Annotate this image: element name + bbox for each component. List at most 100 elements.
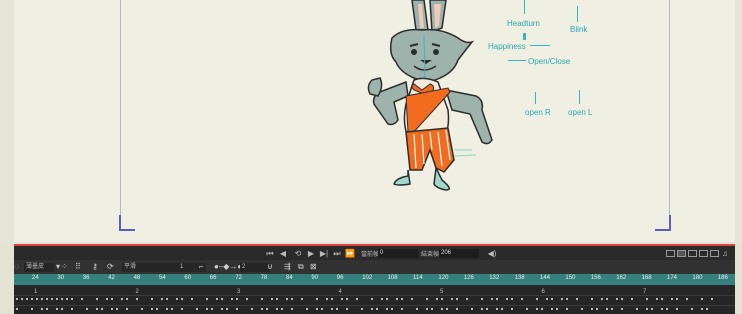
keyframe[interactable] [231, 298, 233, 300]
keyframe[interactable] [686, 298, 688, 300]
easing-icon[interactable]: ⌐ [199, 262, 204, 271]
keyframe[interactable] [116, 308, 118, 310]
keyframe[interactable] [171, 308, 173, 310]
keyframe[interactable] [151, 298, 153, 300]
keyframe[interactable] [96, 308, 98, 310]
keyframe[interactable] [41, 298, 43, 300]
keyframe[interactable] [31, 298, 33, 300]
keyframe-grid-icon[interactable]: ⁘ [61, 262, 68, 271]
keyframe[interactable] [676, 298, 678, 300]
keyframe[interactable] [181, 298, 183, 300]
keyframe[interactable] [401, 308, 403, 310]
keyframe[interactable] [31, 308, 33, 310]
keyframe[interactable] [621, 308, 623, 310]
happiness-control[interactable] [530, 45, 550, 46]
play-last-icon[interactable]: ⏩ [345, 249, 355, 259]
keyframe[interactable] [341, 298, 343, 300]
keyframe[interactable] [211, 308, 213, 310]
keyframe[interactable] [646, 298, 648, 300]
keyframe[interactable] [416, 308, 418, 310]
headphones-icon[interactable]: ♫ [720, 249, 730, 259]
keyframe[interactable] [551, 308, 553, 310]
keyframe[interactable] [141, 308, 143, 310]
keyframe[interactable] [436, 298, 438, 300]
keyframe[interactable] [426, 298, 428, 300]
keyframe[interactable] [661, 298, 663, 300]
keyframe[interactable] [386, 308, 388, 310]
keyframe[interactable] [266, 308, 268, 310]
keyframe[interactable] [166, 308, 168, 310]
keyframe[interactable] [16, 298, 18, 300]
keyframe[interactable] [541, 308, 543, 310]
keyframe[interactable] [446, 308, 448, 310]
open-l-control[interactable] [579, 90, 580, 104]
keyframe[interactable] [511, 298, 513, 300]
keyframe[interactable] [71, 298, 73, 300]
keyframe[interactable] [251, 308, 253, 310]
keyframe[interactable] [111, 298, 113, 300]
keyframe[interactable] [441, 308, 443, 310]
keyframe[interactable] [371, 308, 373, 310]
keyframe[interactable] [316, 298, 318, 300]
keyframe[interactable] [156, 308, 158, 310]
keyframe[interactable] [381, 298, 383, 300]
step-forward-icon[interactable]: ▶| [319, 249, 329, 259]
keyframe[interactable] [56, 308, 58, 310]
keyframe[interactable] [441, 298, 443, 300]
keyframe[interactable] [356, 298, 358, 300]
layer-select[interactable]: 薄墨皮 [24, 263, 54, 272]
view-mode-icon-4[interactable] [699, 250, 708, 257]
keyframe[interactable] [706, 308, 708, 310]
keyframe[interactable] [601, 298, 603, 300]
keyframe[interactable] [121, 298, 123, 300]
keyframe[interactable] [651, 308, 653, 310]
keyframe[interactable] [291, 298, 293, 300]
keyframe[interactable] [306, 308, 308, 310]
canvas[interactable]: Headturn Blink Happiness Open/Close open… [14, 0, 735, 242]
keyframe[interactable] [591, 308, 593, 310]
keyframe[interactable] [16, 308, 18, 310]
onion-count-input[interactable]: 2 [240, 263, 270, 272]
keyframe[interactable] [286, 298, 288, 300]
keyframe[interactable] [46, 298, 48, 300]
keyframe[interactable] [96, 298, 98, 300]
current-frame-input[interactable]: 0 [378, 249, 418, 258]
keyframe[interactable] [196, 308, 198, 310]
view-mode-icon-2[interactable] [677, 250, 686, 257]
keyframe[interactable] [616, 298, 618, 300]
play-icon[interactable]: ▶ [306, 249, 316, 259]
keyframe[interactable] [621, 298, 623, 300]
keyframe[interactable] [711, 298, 713, 300]
keyframe[interactable] [561, 298, 563, 300]
keyframe[interactable] [496, 298, 498, 300]
keyframe[interactable] [646, 308, 648, 310]
keyframe[interactable] [346, 298, 348, 300]
keyframe[interactable] [81, 298, 83, 300]
keyframe[interactable] [426, 308, 428, 310]
keyframe[interactable] [481, 298, 483, 300]
step-back-icon[interactable]: ◀ [278, 249, 288, 259]
keyframe[interactable] [136, 298, 138, 300]
keyframe[interactable] [691, 308, 693, 310]
keyframe[interactable] [371, 298, 373, 300]
headturn-control[interactable] [524, 0, 525, 14]
keyframe[interactable] [701, 308, 703, 310]
keyframe[interactable] [656, 298, 658, 300]
keyframe[interactable] [331, 298, 333, 300]
view-mode-icon-5[interactable] [710, 250, 719, 257]
keyframe[interactable] [221, 308, 223, 310]
keyframe[interactable] [111, 308, 113, 310]
keyframe[interactable] [226, 308, 228, 310]
keyframe[interactable] [206, 308, 208, 310]
keyframe[interactable] [106, 298, 108, 300]
keyframe[interactable] [386, 298, 388, 300]
keyframe[interactable] [21, 298, 23, 300]
keyframe[interactable] [276, 298, 278, 300]
keyframe[interactable] [676, 308, 678, 310]
keyframe[interactable] [86, 308, 88, 310]
key-icon[interactable]: ⚷ [92, 262, 98, 271]
keyframe[interactable] [511, 308, 513, 310]
end-frame-input[interactable]: 206 [439, 249, 479, 258]
keyframe[interactable] [456, 308, 458, 310]
keyframe[interactable] [361, 308, 363, 310]
